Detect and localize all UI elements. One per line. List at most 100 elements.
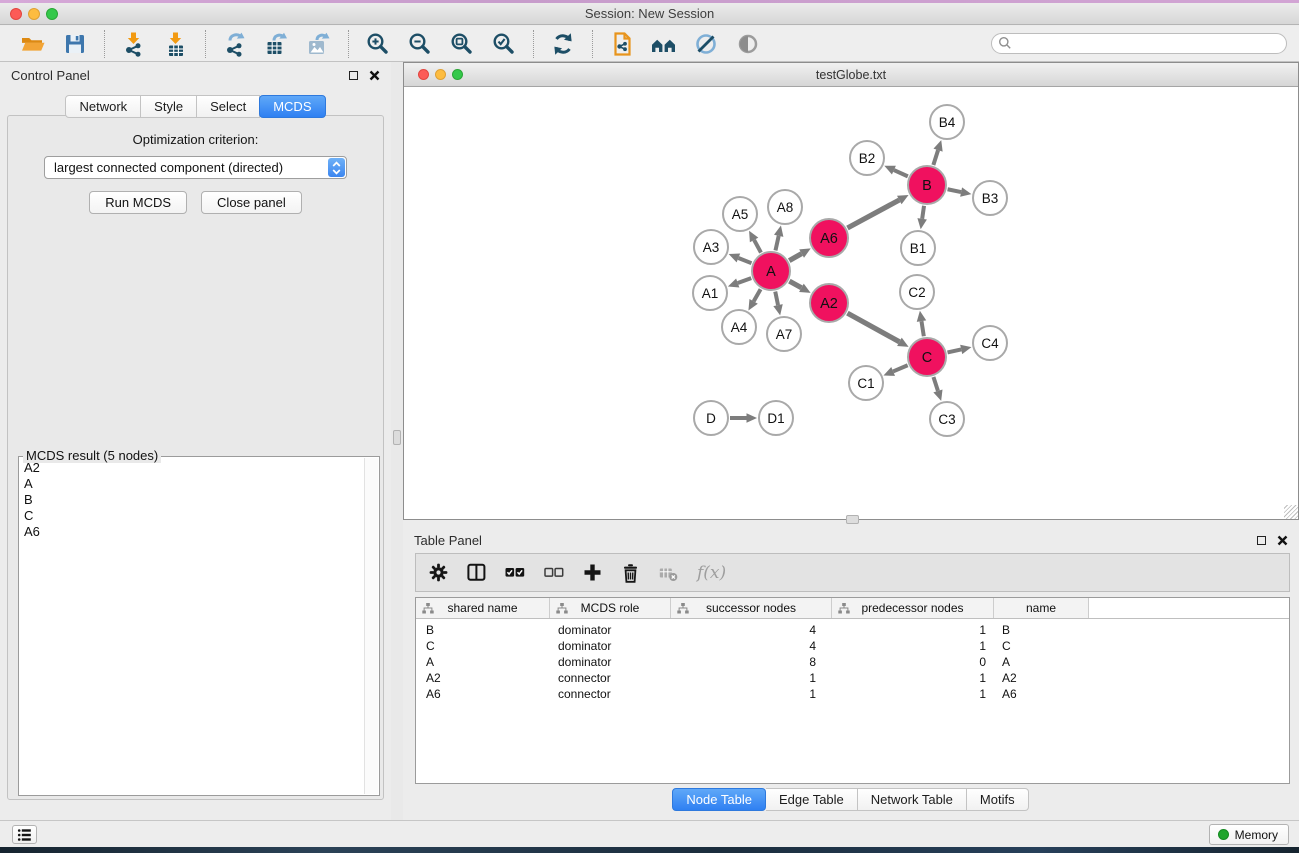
network-canvas[interactable]: AA1A2A3A4A5A6A7A8BB1B2B3B4CC1C2C3C4DD1 bbox=[404, 88, 1298, 519]
close-panel-icon[interactable] bbox=[369, 70, 380, 81]
import-network-icon[interactable] bbox=[119, 29, 149, 59]
table-row[interactable]: A2connector11A2 bbox=[416, 670, 1289, 686]
graph-node-C3[interactable]: C3 bbox=[930, 402, 964, 436]
graph-edge-A-A4[interactable] bbox=[748, 289, 760, 310]
table-row[interactable]: Adominator80A bbox=[416, 654, 1289, 670]
table-row[interactable]: Cdominator41C bbox=[416, 638, 1289, 654]
graph-edge-A6-B[interactable] bbox=[847, 195, 908, 228]
graph-edge-C-C2[interactable] bbox=[917, 311, 926, 336]
horizontal-divider-grip[interactable] bbox=[846, 515, 859, 524]
graph-edge-A-A6[interactable] bbox=[789, 248, 810, 260]
settings-gear-icon[interactable] bbox=[429, 563, 448, 582]
memory-button[interactable]: Memory bbox=[1209, 824, 1289, 845]
graph-node-B3[interactable]: B3 bbox=[973, 181, 1007, 215]
search-input[interactable] bbox=[991, 33, 1287, 54]
export-table-icon[interactable] bbox=[262, 29, 292, 59]
export-image-icon[interactable] bbox=[304, 29, 334, 59]
horizontal-divider[interactable] bbox=[403, 520, 1299, 527]
graph-edge-B-B2[interactable] bbox=[884, 166, 908, 177]
result-item[interactable]: A2 bbox=[24, 460, 363, 476]
panel-divider[interactable] bbox=[391, 62, 403, 820]
task-history-button[interactable] bbox=[12, 825, 37, 844]
graph-edge-A-A3[interactable] bbox=[729, 253, 752, 263]
float-table-panel-icon[interactable] bbox=[1257, 536, 1266, 545]
table-row[interactable]: A6connector11A6 bbox=[416, 686, 1289, 702]
graphics-details-off-icon[interactable] bbox=[691, 29, 721, 59]
run-mcds-button[interactable]: Run MCDS bbox=[89, 191, 187, 214]
graph-node-A8[interactable]: A8 bbox=[768, 190, 802, 224]
select-stepper-icon[interactable] bbox=[328, 158, 345, 177]
graph-edge-A-A2[interactable] bbox=[789, 281, 810, 293]
column-header-mcds-role[interactable]: MCDS role bbox=[550, 598, 671, 618]
first-neighbors-icon[interactable] bbox=[649, 29, 679, 59]
zoom-fit-icon[interactable] bbox=[447, 29, 477, 59]
save-session-icon[interactable] bbox=[60, 29, 90, 59]
column-header-successor-nodes[interactable]: successor nodes bbox=[671, 598, 832, 618]
column-selector-icon[interactable] bbox=[467, 563, 486, 582]
graph-node-C4[interactable]: C4 bbox=[973, 326, 1007, 360]
export-network-icon[interactable] bbox=[220, 29, 250, 59]
graph-edge-A-A5[interactable] bbox=[749, 231, 761, 253]
tab-network-table[interactable]: Network Table bbox=[858, 788, 967, 811]
graph-node-A4[interactable]: A4 bbox=[722, 310, 756, 344]
graph-edge-A-A8[interactable] bbox=[774, 226, 783, 251]
network-from-file-icon[interactable] bbox=[607, 29, 637, 59]
float-panel-icon[interactable] bbox=[349, 71, 358, 80]
tab-style[interactable]: Style bbox=[141, 95, 197, 118]
criterion-select[interactable]: largest connected component (directed) bbox=[44, 156, 347, 179]
tab-edge-table[interactable]: Edge Table bbox=[766, 788, 858, 811]
graph-node-A6[interactable]: A6 bbox=[810, 219, 848, 257]
graph-edge-D-D1[interactable] bbox=[730, 413, 757, 423]
graph-edge-B-B1[interactable] bbox=[917, 206, 927, 229]
graph-edge-A-A1[interactable] bbox=[728, 278, 751, 287]
tab-motifs[interactable]: Motifs bbox=[967, 788, 1029, 811]
graph-node-B[interactable]: B bbox=[908, 166, 946, 204]
result-item[interactable]: A bbox=[24, 476, 363, 492]
graph-edge-B-B4[interactable] bbox=[933, 140, 942, 165]
result-item[interactable]: C bbox=[24, 508, 363, 524]
graph-node-B2[interactable]: B2 bbox=[850, 141, 884, 175]
tab-select[interactable]: Select bbox=[197, 95, 260, 118]
graph-edge-A-A7[interactable] bbox=[773, 292, 782, 316]
delete-entry-icon[interactable] bbox=[621, 563, 640, 583]
zoom-selected-icon[interactable] bbox=[489, 29, 519, 59]
column-header-shared-name[interactable]: shared name bbox=[416, 598, 550, 618]
divider-grip[interactable] bbox=[393, 430, 401, 445]
tab-mcds[interactable]: MCDS bbox=[259, 95, 325, 118]
graph-node-C1[interactable]: C1 bbox=[849, 366, 883, 400]
refresh-view-icon[interactable] bbox=[548, 29, 578, 59]
graph-edge-C-C3[interactable] bbox=[933, 377, 942, 401]
graph-edge-B-B3[interactable] bbox=[948, 187, 972, 196]
graph-node-D[interactable]: D bbox=[694, 401, 728, 435]
graph-node-B4[interactable]: B4 bbox=[930, 105, 964, 139]
unselect-all-columns-icon[interactable] bbox=[544, 564, 564, 581]
graph-edge-A2-C[interactable] bbox=[847, 313, 908, 347]
graph-node-A2[interactable]: A2 bbox=[810, 284, 848, 322]
zoom-out-icon[interactable] bbox=[405, 29, 435, 59]
result-item[interactable]: A6 bbox=[24, 524, 363, 540]
add-entry-icon[interactable] bbox=[583, 563, 602, 582]
select-all-columns-icon[interactable] bbox=[505, 564, 525, 581]
graph-node-A5[interactable]: A5 bbox=[723, 197, 757, 231]
graph-node-C2[interactable]: C2 bbox=[900, 275, 934, 309]
graph-edge-C-C1[interactable] bbox=[883, 365, 907, 376]
graph-node-C[interactable]: C bbox=[908, 338, 946, 376]
zoom-in-icon[interactable] bbox=[363, 29, 393, 59]
window-resize-grip[interactable] bbox=[1284, 505, 1298, 519]
graph-node-A[interactable]: A bbox=[752, 252, 790, 290]
graph-edge-C-C4[interactable] bbox=[947, 345, 971, 354]
close-panel-button[interactable]: Close panel bbox=[201, 191, 302, 214]
import-table-icon[interactable] bbox=[161, 29, 191, 59]
column-header-predecessor-nodes[interactable]: predecessor nodes bbox=[832, 598, 994, 618]
result-item[interactable]: B bbox=[24, 492, 363, 508]
graph-node-A1[interactable]: A1 bbox=[693, 276, 727, 310]
graph-node-D1[interactable]: D1 bbox=[759, 401, 793, 435]
tab-network[interactable]: Network bbox=[65, 95, 141, 118]
close-table-panel-icon[interactable] bbox=[1277, 535, 1288, 546]
column-header-name[interactable]: name bbox=[994, 598, 1089, 618]
show-graphics-details-icon[interactable] bbox=[733, 29, 763, 59]
graph-node-B1[interactable]: B1 bbox=[901, 231, 935, 265]
graph-node-A3[interactable]: A3 bbox=[694, 230, 728, 264]
table-row[interactable]: Bdominator41B bbox=[416, 622, 1289, 638]
result-scrollbar[interactable] bbox=[364, 458, 378, 794]
